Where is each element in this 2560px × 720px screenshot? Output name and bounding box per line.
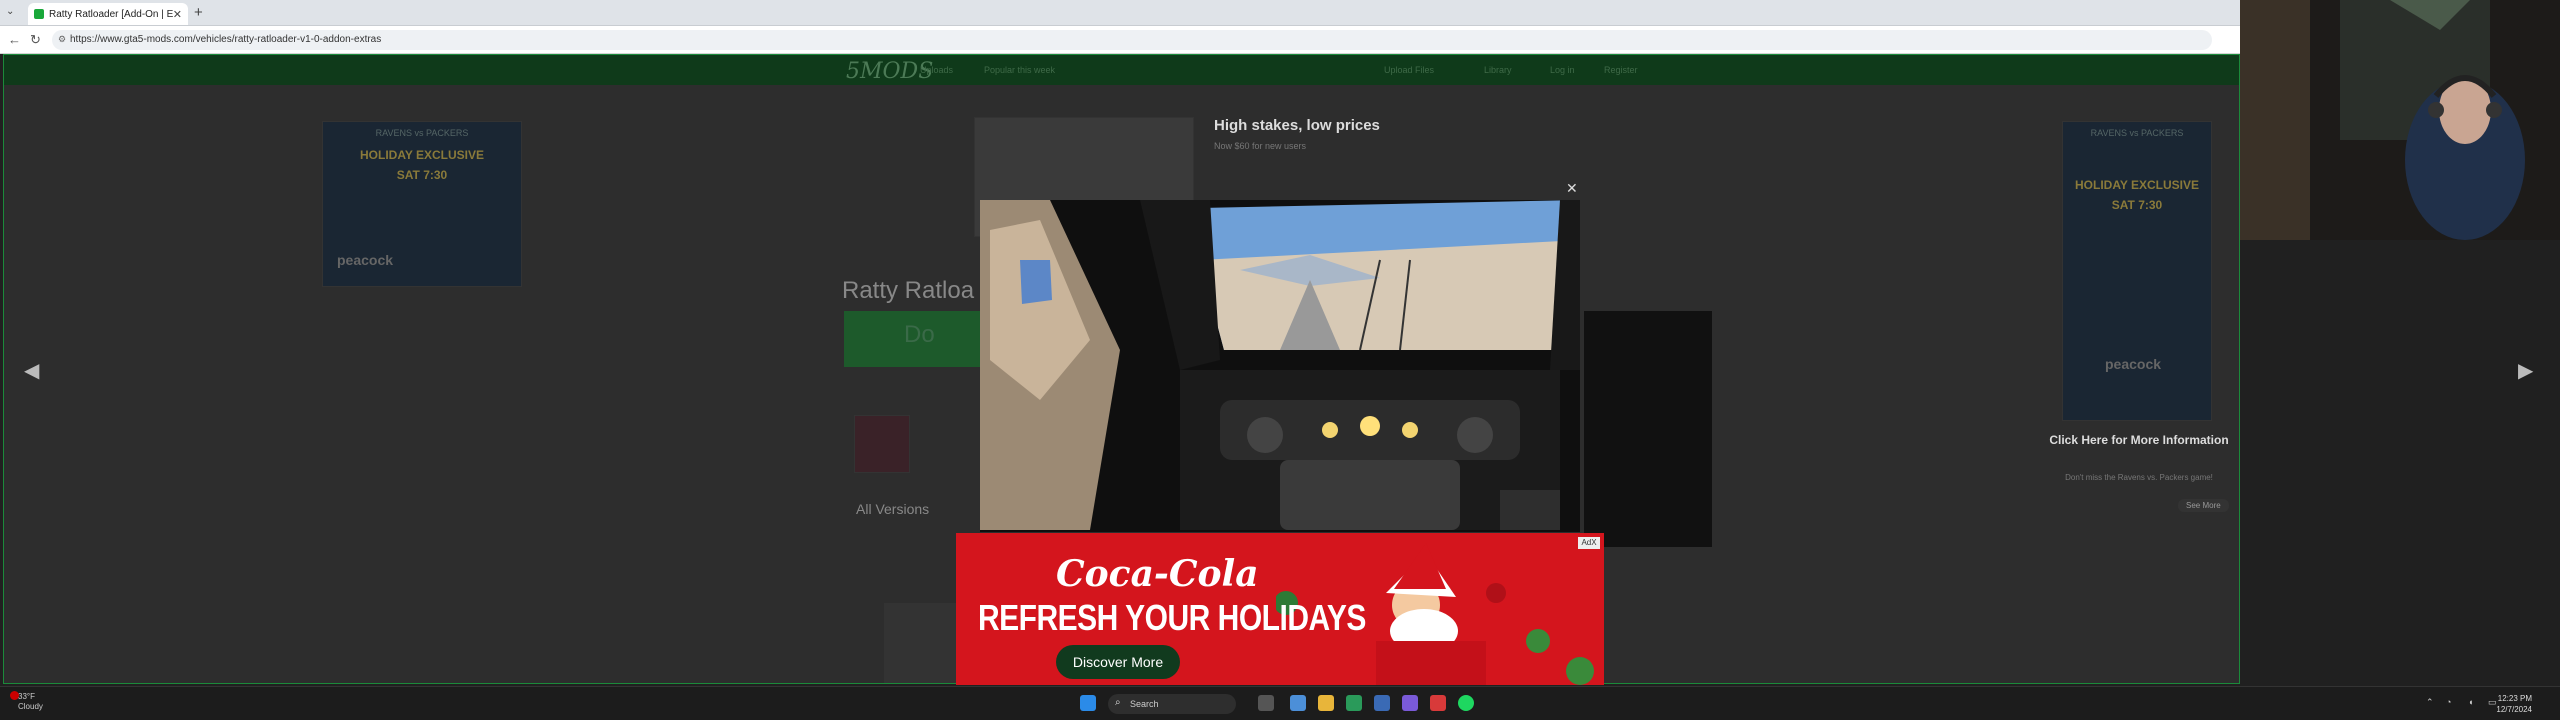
taskbar-search[interactable]: ⌕ Search [1108,694,1236,714]
mod-title: Ratty Ratloa [842,277,975,304]
nav-upload-files[interactable]: Upload Files [1384,65,1434,75]
browser-tab[interactable]: Ratty Ratloader [Add-On | En ✕ [28,3,188,25]
right-info-title[interactable]: Click Here for More Information [2044,433,2234,447]
clock[interactable]: 12:23 PM 12/7/2024 [2496,693,2532,715]
right-ad[interactable]: RAVENS vs PACKERS HOLIDAY EXCLUSIVE SAT … [2062,121,2212,421]
tab-list-chevron-icon[interactable]: ⌄ [6,6,14,17]
right-info-button[interactable]: See More [2178,499,2229,512]
nav-register[interactable]: Register [1604,65,1638,75]
coke-ad[interactable]: Coca-Cola REFRESH YOUR HOLIDAYS Discover… [956,533,1604,685]
nav-popular[interactable]: Popular this week [984,65,1055,75]
gallery-next-arrow-icon[interactable]: ▶ [2518,358,2533,383]
coke-slogan: REFRESH YOUR HOLIDAYS [978,599,1366,639]
all-versions-heading: All Versions [856,501,930,517]
left-ad-time: SAT 7:30 [396,168,448,182]
close-lightbox-icon[interactable]: ✕ [1566,180,1578,197]
right-ad-header: RAVENS vs PACKERS [2090,128,2184,138]
right-info-sub: Don't miss the Ravens vs. Packers game! [2065,473,2213,482]
new-tab-icon[interactable]: + [194,4,203,21]
ad-close-button[interactable]: AdX [1578,537,1600,549]
tray-chevron-icon[interactable]: ⌃ [2426,697,2434,708]
favicon-icon [34,9,44,19]
battery-icon[interactable]: ▭ [2488,697,2497,708]
bottom-ad[interactable] [884,603,956,683]
edge-icon[interactable] [1346,695,1362,711]
widgets-icon[interactable] [1290,695,1306,711]
screen: { "browser": { "tab_title": "Ratty Ratlo… [0,0,2560,720]
site-navbar: 5MODS Uploads Popular this week Upload F… [4,55,2239,85]
search-placeholder: Search [1130,699,1159,709]
screenshot-gallery[interactable] [1584,311,1712,547]
right-ad-peacock: peacock [2105,356,2162,372]
spotify-icon[interactable] [1458,695,1474,711]
right-ad-banner: HOLIDAY EXCLUSIVE [2074,178,2200,192]
site-info-icon[interactable]: ⚙ [58,34,66,45]
address-bar[interactable]: ⚙ https://www.gta5-mods.com/vehicles/rat… [52,30,2212,50]
nav-library[interactable]: Library [1484,65,1512,75]
left-ad-banner: HOLIDAY EXCLUSIVE [359,148,485,162]
left-ad-peacock: peacock [337,252,394,268]
discover-more-button[interactable]: Discover More [1056,645,1180,679]
reload-icon[interactable]: ↻ [30,32,41,48]
webcam-feed [2240,0,2560,240]
download-button[interactable]: Do [844,311,984,367]
store-icon[interactable] [1374,695,1390,711]
clock-date: 12/7/2024 [2496,705,2532,714]
nav-uploads[interactable]: Uploads [920,65,953,75]
left-ad-header: RAVENS vs PACKERS [375,128,469,138]
weather-desc: Cloudy [18,702,43,711]
network-icon[interactable]: ◔ [2446,697,2451,707]
discord-icon[interactable] [1402,695,1418,711]
author-avatar[interactable] [854,415,910,473]
file-explorer-icon[interactable] [1318,695,1334,711]
obs-icon[interactable] [1430,695,1446,711]
clock-time: 12:23 PM [2497,694,2532,703]
tab-title: Ratty Ratloader [Add-On | En [49,8,173,20]
left-ad[interactable]: RAVENS vs PACKERS HOLIDAY EXCLUSIVE SAT … [322,121,522,287]
browser-tab-bar: ⌄ Ratty Ratloader [Add-On | En ✕ + [0,0,2240,26]
coke-brand: Coca-Cola [1056,553,1259,595]
search-icon: ⌕ [1115,697,1121,708]
task-view-icon[interactable] [1258,695,1274,711]
close-tab-icon[interactable]: ✕ [173,8,182,21]
url-text: https://www.gta5-mods.com/vehicles/ratty… [70,34,382,45]
back-icon[interactable]: ← [8,32,21,47]
taskbar: 33°F Cloudy ⌕ Search ⌃ ◔ ◖ ▭ 12:23 PM 12… [0,686,2560,720]
weather-widget[interactable]: 33°F Cloudy [10,691,43,712]
top-ad-sub: Now $60 for new users [1214,141,1307,151]
start-icon[interactable] [1080,695,1096,711]
browser-toolbar: ← ↻ ⚙ https://www.gta5-mods.com/vehicles… [0,26,2240,54]
lightbox-image[interactable] [980,200,1580,532]
top-ad-title[interactable]: High stakes, low prices [1214,117,1380,134]
volume-icon[interactable]: ◖ [2468,697,2473,707]
nav-login[interactable]: Log in [1550,65,1575,75]
weather-temp: 33°F [18,692,35,701]
gallery-prev-arrow-icon[interactable]: ◀ [24,358,39,383]
notification-badge [10,691,19,700]
right-ad-time: SAT 7:30 [2111,198,2163,212]
